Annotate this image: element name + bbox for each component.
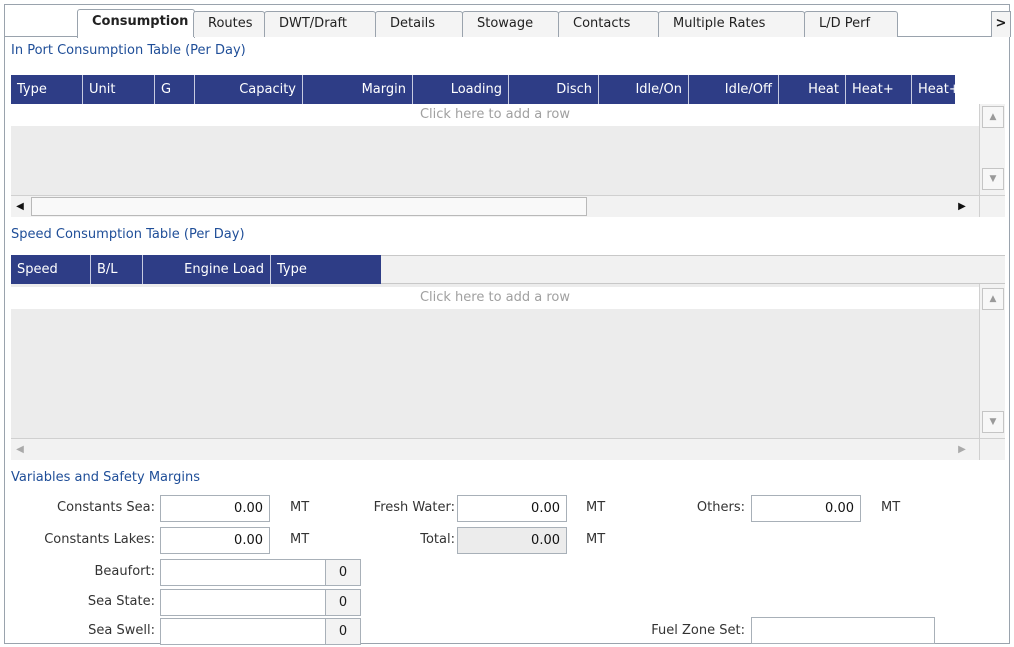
scroll-thumb[interactable]	[31, 197, 587, 216]
col-unit[interactable]: Unit	[83, 75, 155, 104]
vessel-form-panel: Consumption Routes DWT/Draft Details Sto…	[4, 4, 1011, 645]
tab-dwt-draft[interactable]: DWT/Draft	[264, 11, 376, 37]
fuel-zone-set-label: Fuel Zone Set:	[651, 623, 745, 638]
sea-swell-number: 0	[325, 618, 361, 645]
sea-swell-label: Sea Swell:	[88, 623, 155, 638]
in-port-horizontal-scrollbar[interactable]: ◀ ▶	[11, 195, 979, 217]
others-field[interactable]: 0.00	[751, 495, 861, 522]
in-port-add-row[interactable]: Click here to add a row	[11, 104, 979, 126]
scroll-down-icon[interactable]: ▼	[982, 411, 1004, 433]
scroll-right-icon[interactable]: ▶	[953, 439, 971, 460]
constants-sea-label: Constants Sea:	[57, 500, 155, 515]
col-heat[interactable]: Heat	[779, 75, 846, 104]
fresh-water-label: Fresh Water:	[373, 500, 455, 515]
scroll-left-icon[interactable]: ◀	[11, 196, 29, 217]
total-field: 0.00	[457, 527, 567, 554]
sea-swell-field[interactable]	[160, 618, 326, 645]
in-port-section-title: In Port Consumption Table (Per Day)	[11, 43, 246, 58]
constants-lakes-field[interactable]: 0.00	[160, 527, 270, 554]
col-heat-plus[interactable]: Heat+	[846, 75, 912, 104]
speed-add-row[interactable]: Click here to add a row	[11, 287, 979, 309]
fresh-water-unit: MT	[586, 500, 606, 515]
scroll-right-icon[interactable]: ▶	[953, 196, 971, 217]
col-margin[interactable]: Margin	[303, 75, 413, 104]
sea-state-label: Sea State:	[87, 594, 155, 609]
constants-lakes-unit: MT	[290, 532, 310, 547]
tab-consumption[interactable]: Consumption	[77, 9, 195, 38]
tab-details[interactable]: Details	[375, 11, 463, 37]
speed-horizontal-scrollbar[interactable]: ◀ ▶	[11, 438, 979, 460]
col-type[interactable]: Type	[11, 75, 83, 104]
col-engine-load[interactable]: Engine Load	[143, 255, 271, 284]
sea-state-field[interactable]	[160, 589, 326, 616]
speed-table: Speed B/L Engine Load Type Click here to…	[11, 255, 1005, 465]
total-label: Total:	[420, 532, 455, 547]
tab-stowage[interactable]: Stowage	[462, 11, 559, 37]
col-capacity[interactable]: Capacity	[195, 75, 303, 104]
tab-scroll-right-button[interactable]: >	[991, 11, 1011, 37]
col-disch[interactable]: Disch	[509, 75, 599, 104]
speed-header-empty	[381, 255, 1005, 284]
tab-bar: Consumption Routes DWT/Draft Details Sto…	[5, 9, 1011, 38]
constants-lakes-label: Constants Lakes:	[44, 532, 155, 547]
constants-sea-unit: MT	[290, 500, 310, 515]
speed-section-title: Speed Consumption Table (Per Day)	[11, 227, 245, 242]
scroll-up-icon[interactable]: ▲	[982, 288, 1004, 310]
fresh-water-field[interactable]: 0.00	[457, 495, 567, 522]
constants-sea-field[interactable]: 0.00	[160, 495, 270, 522]
in-port-table: Type Unit G Capacity Margin Loading Disc…	[11, 75, 1005, 217]
tab-multiple-rates[interactable]: Multiple Rates	[658, 11, 805, 37]
tab-routes[interactable]: Routes	[193, 11, 265, 37]
tab-ld-perf[interactable]: L/D Perf	[804, 11, 898, 37]
others-label: Others:	[696, 500, 745, 515]
in-port-vertical-scrollbar[interactable]: ▲ ▼	[979, 104, 1005, 195]
scroll-corner	[979, 195, 1005, 217]
scroll-left-icon[interactable]: ◀	[11, 439, 29, 460]
speed-header-row: Speed B/L Engine Load Type	[11, 255, 381, 284]
tab-contacts[interactable]: Contacts	[558, 11, 659, 37]
col-type[interactable]: Type	[271, 255, 381, 284]
scroll-up-icon[interactable]: ▲	[982, 106, 1004, 128]
beaufort-field[interactable]	[160, 559, 326, 586]
col-idle-on[interactable]: Idle/On	[599, 75, 689, 104]
scroll-corner	[979, 438, 1005, 460]
scroll-down-icon[interactable]: ▼	[982, 168, 1004, 190]
col-heat-plus-2[interactable]: Heat+	[912, 75, 955, 104]
total-unit: MT	[586, 532, 606, 547]
variables-section-title: Variables and Safety Margins	[11, 470, 201, 485]
others-unit: MT	[881, 500, 901, 515]
beaufort-label: Beaufort:	[94, 564, 155, 579]
beaufort-number: 0	[325, 559, 361, 586]
fuel-zone-set-field[interactable]	[751, 617, 935, 644]
speed-vertical-scrollbar[interactable]: ▲ ▼	[979, 284, 1005, 438]
in-port-header-row: Type Unit G Capacity Margin Loading Disc…	[11, 75, 955, 104]
col-speed[interactable]: Speed	[11, 255, 91, 284]
col-loading[interactable]: Loading	[413, 75, 509, 104]
sea-state-number: 0	[325, 589, 361, 616]
col-g[interactable]: G	[155, 75, 195, 104]
col-idle-off[interactable]: Idle/Off	[689, 75, 779, 104]
col-bl[interactable]: B/L	[91, 255, 143, 284]
